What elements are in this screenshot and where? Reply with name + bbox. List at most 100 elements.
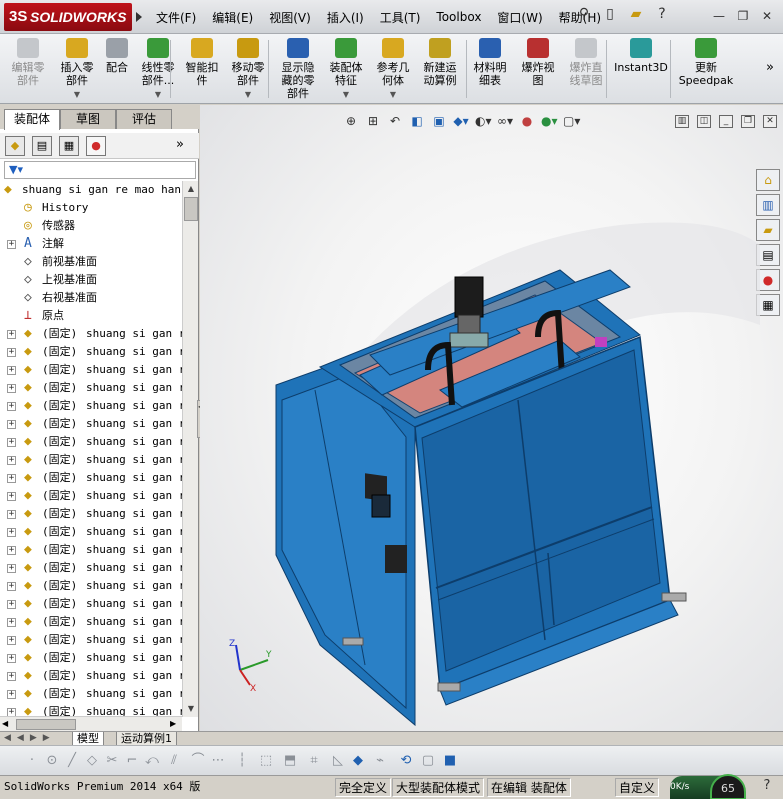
rebuild-icon[interactable]: ⟲ [398,752,414,770]
tree-component-row[interactable]: + ◆ (固定) shuang si gan re [0,397,182,415]
tree-component-row[interactable]: + ◆ (固定) shuang si gan re [0,469,182,487]
tree-component-row[interactable]: + ◆ (固定) shuang si gan re [0,415,182,433]
tree-component-row[interactable]: + ◆ (固定) shuang si gan re [0,361,182,379]
line-icon[interactable]: ╱ [64,752,80,770]
menu-item[interactable]: 编辑(E) [204,9,261,26]
tree-item[interactable]: ◇ 前视基准面 [0,253,182,271]
tree-component-row[interactable]: + ◆ (固定) shuang si gan re [0,703,182,717]
tree-icon[interactable]: ⌁ [372,752,388,770]
tree-component-row[interactable]: + ◆ (固定) shuang si gan re [0,685,182,703]
tree-component-row[interactable]: + ◆ (固定) shuang si gan re [0,631,182,649]
menu-item[interactable]: 工具(T) [372,9,429,26]
tree-component-row[interactable]: + ◆ (固定) shuang si gan re [0,325,182,343]
solidworks-logo[interactable]: 3S SOLIDWORKS [4,3,132,31]
tree-component-row[interactable]: + ◆ (固定) shuang si gan re [0,379,182,397]
expand-icon[interactable]: + [7,438,16,447]
feature-manager-tree-icon[interactable]: ◆ [5,136,25,156]
tree-component-row[interactable]: + ◆ (固定) shuang si gan re [0,505,182,523]
expand-icon[interactable]: + [7,564,16,573]
property-manager-icon[interactable]: ▤ [32,136,52,156]
toolbar-button[interactable]: 参考几 何体 ▼ [372,38,414,101]
tree-component-row[interactable]: + ◆ (固定) shuang si gan re [0,523,182,541]
help-icon[interactable]: ? [653,6,671,26]
expand-icon[interactable]: + [7,618,16,627]
expand-icon[interactable]: + [7,420,16,429]
grid-icon[interactable]: ⌗ [306,752,322,770]
expand-icon[interactable]: + [7,330,16,339]
tab-scroll-arrows[interactable]: ◀◀▶▶ [4,733,56,743]
expand-icon[interactable]: + [7,384,16,393]
menu-item[interactable]: 窗口(W) [489,9,550,26]
tree-item[interactable]: ⊥ 原点 [0,307,182,325]
expand-icon[interactable]: + [7,348,16,357]
tree-component-row[interactable]: + ◆ (固定) shuang si gan re [0,613,182,631]
expand-icon[interactable]: + [7,672,16,681]
tree-item[interactable]: ◆ shuang si gan re mao han j [0,181,182,199]
3d-sketch-icon[interactable]: ◆ [350,752,366,770]
scroll-down-icon[interactable]: ▼ [183,701,199,717]
minimize-icon[interactable]: — [709,7,729,25]
expand-icon[interactable]: + [7,492,16,501]
toolbar-button[interactable]: 显示隐 藏的零 部件 [276,38,320,100]
expand-icon[interactable]: + [7,366,16,375]
tab-evaluate[interactable]: 评估 [116,109,172,129]
toolbar-button[interactable]: 装配体 特征 ▼ [326,38,366,101]
expand-icon[interactable]: + [7,474,16,483]
tree-component-row[interactable]: + ◆ (固定) shuang si gan re [0,451,182,469]
tree-component-row[interactable]: + ◆ (固定) shuang si gan re [0,433,182,451]
toolbar-button[interactable]: 移动零 部件 ▼ [226,38,270,101]
tree-component-row[interactable]: + ◆ (固定) shuang si gan re [0,667,182,685]
close-icon[interactable]: ✕ [757,7,777,25]
dropdown-arrow-icon[interactable]: ▼ [226,88,270,101]
tab-motion-study[interactable]: 运动算例1 [116,732,177,746]
tree-component-row[interactable]: + ◆ (固定) shuang si gan re [0,559,182,577]
expand-icon[interactable]: + [7,546,16,555]
tree-item[interactable]: ◎ 传感器 [0,217,182,235]
tree-item[interactable]: ◷ History [0,199,182,217]
box-icon[interactable]: ▢ [420,752,436,770]
tab-model[interactable]: 模型 [72,732,104,746]
dropdown-arrow-icon[interactable]: ▼ [372,88,414,101]
open-document-icon[interactable]: ▰ [627,6,645,26]
expand-icon[interactable]: + [7,510,16,519]
toolbar-button[interactable]: 智能扣 件 [182,38,222,87]
tab-sketch[interactable]: 草图 [60,109,116,129]
tree-component-row[interactable]: + ◆ (固定) shuang si gan re [0,595,182,613]
expand-icon[interactable]: + [7,528,16,537]
toolbar-button[interactable]: 新建运 动算例 [418,38,462,87]
cube-icon[interactable]: ■ [442,752,458,770]
menu-item[interactable]: 插入(I) [319,9,372,26]
tree-horizontal-scrollbar[interactable]: ◀ ▶ [0,716,182,731]
point-icon[interactable]: · [24,752,40,770]
status-custom[interactable]: 自定义 [615,778,660,797]
construction-icon[interactable]: ┆ [234,752,250,770]
tree-item[interactable]: ◇ 右视基准面 [0,289,182,307]
filter-icon[interactable]: ▼▾ [9,163,23,176]
mirror-icon[interactable]: ⫽ [166,752,182,770]
toolbar-button[interactable]: 线性零 部件... ▼ [136,38,180,101]
toolbar-more-icon[interactable]: » [766,60,774,75]
expand-icon[interactable]: + [7,654,16,663]
scroll-right-icon[interactable]: ▶ [170,717,176,731]
menu-item[interactable]: 文件(F) [148,9,204,26]
expand-icon[interactable]: + [7,600,16,609]
polygon-icon[interactable]: ◇ [84,752,100,770]
dropdown-arrow-icon[interactable]: ▼ [326,88,366,101]
scroll-left-icon[interactable]: ◀ [2,717,8,731]
convert-icon[interactable]: ⌐ [124,752,140,770]
graphics-viewport[interactable]: ⊕ ⊞ ↶ ◧ ▣ ◆▾ ◐▾ ∞▾ ● ●▾ ▢▾ ▥ ◫ _ ❐ ✕ ⌂ ▥… [200,105,783,731]
expand-icon[interactable]: + [7,636,16,645]
expand-icon[interactable]: + [7,582,16,591]
menu-item[interactable]: Toolbox [428,10,489,24]
tree-component-row[interactable]: + ◆ (固定) shuang si gan re [0,541,182,559]
centerline-icon[interactable]: ⋯ [210,752,226,770]
circle-icon[interactable]: ⊙ [44,752,60,770]
panel-expand-icon[interactable]: » [176,137,184,152]
toolbar-button[interactable]: 材料明 细表 [470,38,510,87]
restore-icon[interactable]: ❐ [733,7,753,25]
toolbar-button[interactable]: 配合 [102,38,132,74]
tree-item[interactable]: + A 注解 [0,235,182,253]
toolbar-button[interactable]: 编辑零 部件 [6,38,50,87]
3d-model-machine[interactable]: Y Z X [200,105,783,731]
expand-icon[interactable]: + [7,690,16,699]
